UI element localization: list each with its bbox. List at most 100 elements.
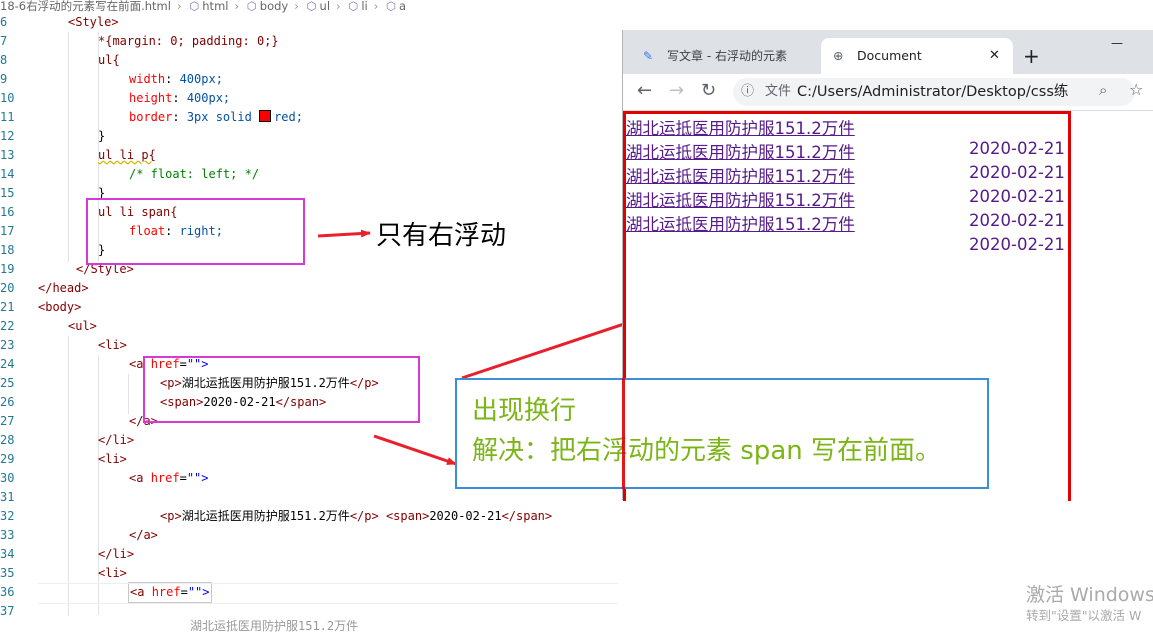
code-line: *{margin: 0; padding: 0;} bbox=[98, 34, 279, 48]
tab-write-article[interactable]: ✎ 写文章 - 右浮动的元素 bbox=[631, 38, 823, 74]
line-number: 17 bbox=[0, 224, 15, 238]
code-line: <li> bbox=[98, 566, 127, 580]
color-swatch-icon[interactable] bbox=[259, 110, 272, 122]
line-number: 18 bbox=[0, 243, 15, 257]
code-tag: <span> bbox=[385, 509, 430, 523]
cube-icon: ⬡ bbox=[189, 0, 200, 13]
line-number: 15 bbox=[0, 186, 15, 200]
code-tag: </p> bbox=[349, 509, 379, 523]
line-number: 34 bbox=[0, 547, 15, 561]
highlight-box-html bbox=[143, 356, 420, 423]
css-value: red; bbox=[274, 110, 303, 124]
news-link[interactable]: 湖北运抵医用防护服151.2万件 bbox=[626, 115, 855, 139]
code-text: 湖北运抵医用防护服151.2万件 bbox=[190, 619, 359, 633]
line-number: 7 bbox=[0, 34, 8, 48]
forward-button[interactable]: → bbox=[669, 80, 684, 101]
breadcrumb-li[interactable]: li bbox=[361, 0, 367, 13]
code-line: <Style> bbox=[68, 15, 119, 29]
css-property: width bbox=[129, 72, 166, 86]
line-number: 20 bbox=[0, 281, 15, 295]
line-number: 12 bbox=[0, 129, 15, 143]
line-number: 8 bbox=[0, 53, 8, 67]
activation-watermark: 激活 Windows bbox=[1026, 584, 1153, 606]
breadcrumb-file[interactable]: 18-6右浮动的元素写在前面.html bbox=[0, 0, 171, 13]
code-line: <body> bbox=[38, 300, 82, 314]
news-date[interactable]: 2020-02-21 bbox=[969, 211, 1065, 230]
line-number: 37 bbox=[0, 604, 15, 618]
star-icon[interactable]: ☆ bbox=[1129, 80, 1143, 99]
news-date[interactable]: 2020-02-21 bbox=[969, 139, 1065, 158]
css-property: border bbox=[129, 110, 173, 124]
back-button[interactable]: ← bbox=[637, 80, 652, 101]
code-tag: </span> bbox=[501, 509, 553, 523]
breadcrumb-body[interactable]: body bbox=[260, 0, 288, 13]
css-value: 3px solid bbox=[186, 110, 252, 124]
news-date[interactable]: 2020-02-21 bbox=[969, 187, 1065, 206]
line-number: 22 bbox=[0, 319, 15, 333]
code-comment: /* float: left; */ bbox=[129, 167, 260, 181]
callout-box: 出现换行 解决：把右浮动的元素 span 写在前面。 bbox=[455, 378, 989, 489]
news-link[interactable]: 湖北运抵医用防护服151.2万件 bbox=[626, 139, 855, 163]
close-icon[interactable]: ✕ bbox=[989, 38, 1000, 74]
news-link[interactable]: 湖北运抵医用防护服151.2万件 bbox=[626, 211, 855, 235]
minimize-button[interactable]: — bbox=[1111, 36, 1123, 50]
callout-line2: 解决：把右浮动的元素 span 写在前面。 bbox=[472, 436, 941, 466]
activation-watermark-sub: 转到"设置"以激活 W bbox=[1026, 608, 1142, 623]
current-line-highlight bbox=[38, 583, 618, 604]
line-number: 28 bbox=[0, 433, 15, 447]
breadcrumb: 18-6右浮动的元素写在前面.html › ⬡ html › ⬡ body › ⬡ ul › … bbox=[0, 0, 1153, 14]
line-number: 26 bbox=[0, 395, 15, 409]
url-text: C:/Users/Administrator/Desktop/css练 bbox=[797, 84, 1069, 100]
line-number: 10 bbox=[0, 91, 15, 105]
cube-icon: ⬡ bbox=[306, 0, 317, 13]
line-number: 9 bbox=[0, 72, 8, 86]
code-line: </head> bbox=[38, 281, 89, 295]
tab-bar: ✎ 写文章 - 右浮动的元素 ⊕ Document ✕ + — bbox=[623, 30, 1153, 74]
line-number: 13 bbox=[0, 148, 15, 162]
only-right-float-label: 只有右浮动 bbox=[376, 221, 507, 251]
css-value: 400px; bbox=[186, 91, 231, 105]
line-number: 23 bbox=[0, 338, 15, 352]
code-tag: <a bbox=[129, 357, 144, 371]
code-line: ul{ bbox=[98, 53, 120, 67]
highlight-box-css-rule bbox=[86, 198, 305, 265]
news-date[interactable]: 2020-02-21 bbox=[969, 235, 1065, 254]
css-value: 400px; bbox=[179, 72, 223, 86]
line-number: 36 bbox=[0, 585, 15, 599]
chevron-right-icon: › bbox=[336, 0, 341, 13]
new-tab-button[interactable]: + bbox=[1023, 44, 1040, 68]
news-link[interactable]: 湖北运抵医用防护服151.2万件 bbox=[626, 187, 855, 211]
chevron-right-icon: › bbox=[234, 0, 240, 13]
line-number: 29 bbox=[0, 452, 15, 466]
breadcrumb-ul[interactable]: ul bbox=[320, 0, 330, 13]
address-bar[interactable]: ⓘ 文件 C:/Users/Administrator/Desktop/css练 bbox=[733, 78, 1135, 106]
code-line: <ul> bbox=[68, 319, 97, 333]
line-number: 31 bbox=[0, 490, 15, 504]
code-line: ul li p{ bbox=[98, 148, 156, 162]
breadcrumb-a[interactable]: a bbox=[399, 0, 406, 13]
line-number: 24 bbox=[0, 357, 15, 371]
reload-icon[interactable]: ↻ bbox=[701, 80, 716, 101]
ul-border-left-overlay bbox=[622, 378, 625, 489]
css-property: height bbox=[129, 91, 173, 105]
news-link[interactable]: 湖北运抵医用防护服151.2万件 bbox=[626, 163, 855, 187]
line-number: 16 bbox=[0, 205, 15, 219]
line-number: 35 bbox=[0, 566, 15, 580]
code-line: </li> bbox=[98, 433, 135, 447]
tab-document[interactable]: ⊕ Document ✕ bbox=[821, 38, 1013, 74]
breadcrumb-html[interactable]: html bbox=[202, 0, 228, 13]
arrow-to-callout bbox=[373, 434, 457, 466]
cube-icon: ⬡ bbox=[246, 0, 257, 13]
cube-icon: ⬡ bbox=[386, 0, 397, 13]
code-text: 2020-02-21 bbox=[429, 509, 502, 523]
zoom-icon[interactable]: ⌕ bbox=[1099, 81, 1107, 99]
info-icon[interactable]: ⓘ bbox=[741, 78, 754, 106]
pen-icon: ✎ bbox=[643, 49, 654, 63]
arrow-to-only-right-float-label bbox=[317, 229, 371, 238]
code-line: </a> bbox=[129, 528, 158, 542]
line-number: 30 bbox=[0, 471, 15, 485]
news-date[interactable]: 2020-02-21 bbox=[969, 163, 1065, 182]
line-number: 33 bbox=[0, 528, 15, 542]
line-number: 11 bbox=[0, 110, 15, 124]
line-number: 27 bbox=[0, 414, 15, 428]
